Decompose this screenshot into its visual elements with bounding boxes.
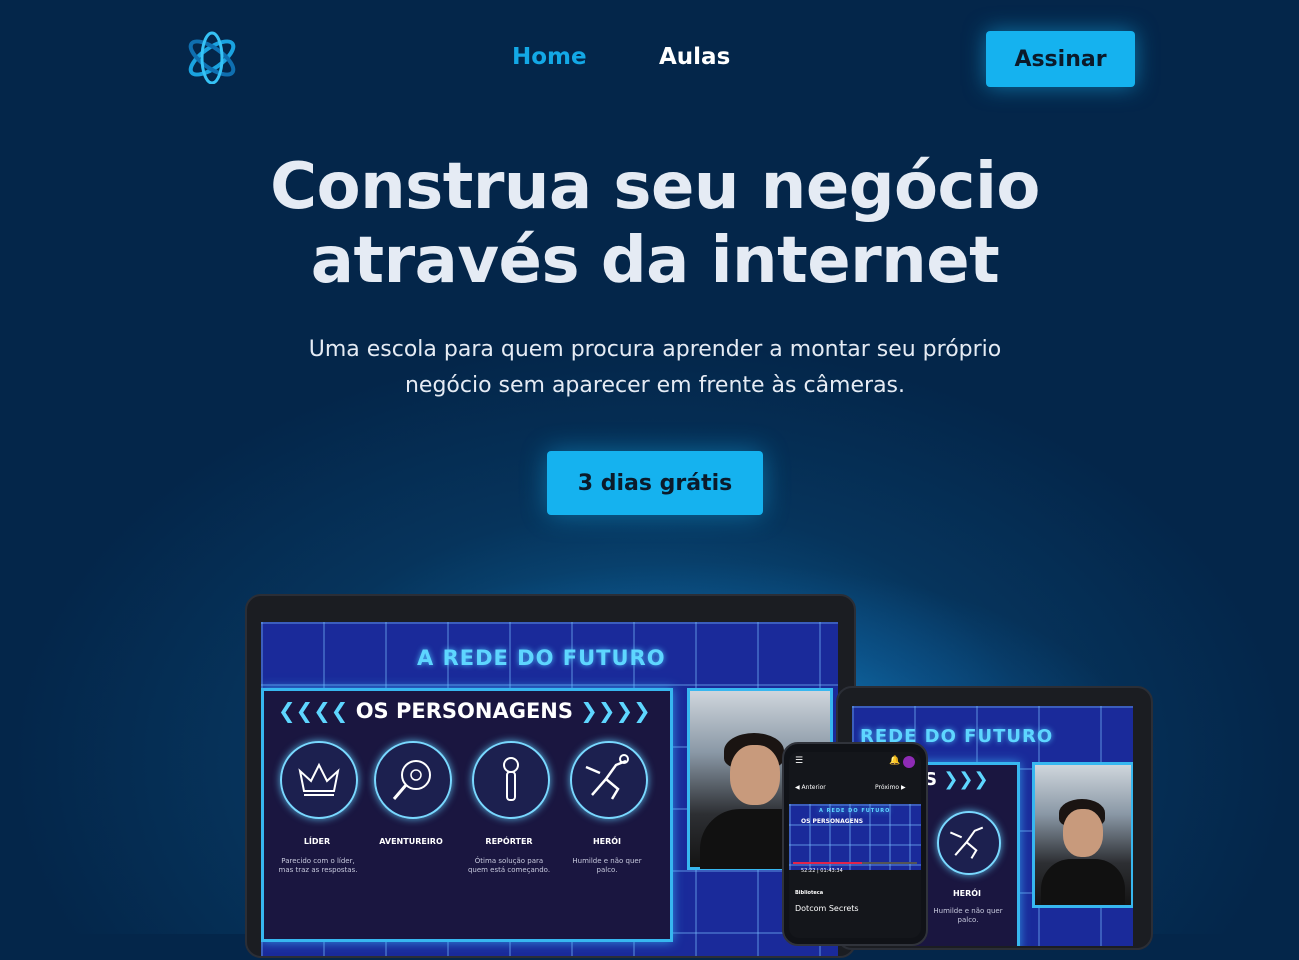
character-desc-line2: palco. xyxy=(957,916,979,924)
video-progress-fill xyxy=(793,862,863,864)
subscribe-button[interactable]: Assinar xyxy=(986,31,1135,87)
hero-subtitle: Uma escola para quem procura aprender a … xyxy=(250,332,1060,404)
magnifier-bug-icon xyxy=(374,741,452,819)
phone-screen-title: A REDE DO FUTURO xyxy=(819,808,891,814)
time-current: 52:22 xyxy=(801,868,816,874)
video-progress-bar[interactable] xyxy=(793,862,917,864)
phone-panel-title: OS PERSONAGENS xyxy=(801,818,864,825)
character-desc-line2: quem está começando. xyxy=(467,866,551,874)
phone-screen: ☰ 🔔 ◀ Anterior Próximo ▶ A REDE DO FUTUR… xyxy=(789,752,921,938)
phone-video[interactable]: A REDE DO FUTURO OS PERSONAGENS xyxy=(789,804,921,870)
character-desc-line2: palco. xyxy=(596,866,618,874)
time-total: 01:43:34 xyxy=(820,868,843,874)
menu-icon[interactable]: ☰ xyxy=(795,756,803,766)
presenter-face xyxy=(730,745,780,805)
nav-aulas-link[interactable]: Aulas xyxy=(659,44,730,70)
profile-avatar[interactable] xyxy=(903,756,915,768)
microphone-icon xyxy=(472,741,550,819)
bell-icon[interactable]: 🔔 xyxy=(889,756,900,766)
hero-title-line2: através da internet xyxy=(310,224,1000,298)
free-trial-button[interactable]: 3 dias grátis xyxy=(547,451,763,515)
video-time: 52:22 | 01:43:34 xyxy=(801,868,843,874)
library-section-label: Biblioteca xyxy=(795,890,824,896)
character-desc-line1: Humilde e não quer xyxy=(572,857,642,865)
orbit-logo-icon[interactable] xyxy=(184,28,240,84)
laptop-mockup: A REDE DO FUTURO ❮❮❮❮ OS PERSONAGENS ❯❯❯… xyxy=(245,594,856,958)
presenter-shirt xyxy=(1041,859,1125,905)
character-desc-line2: mas traz as respostas. xyxy=(278,866,358,874)
character-desc-line1: Parecido com o líder, xyxy=(281,857,355,865)
character-desc: Humilde e não quer palco. xyxy=(562,857,652,875)
crown-icon xyxy=(280,741,358,819)
chevrons-right-icon: ❯❯❯❯ xyxy=(580,699,651,723)
presenter-video-tablet xyxy=(1032,762,1133,908)
next-lesson-label: Próximo xyxy=(875,784,900,791)
characters-panel: ❮❮❮❮ OS PERSONAGENS ❯❯❯❯ LÍDER Parecido … xyxy=(261,688,673,942)
superhero-icon xyxy=(937,811,1001,875)
chevrons-right-icon: ❯❯❯ xyxy=(943,769,989,790)
character-desc-line1: Humilde e não quer xyxy=(933,907,1003,915)
character-desc-line1: Ótima solução para xyxy=(474,857,544,865)
character-label: HERÓI xyxy=(592,837,622,846)
chevrons-left-icon: ❮❮❮❮ xyxy=(278,699,349,723)
course-title[interactable]: Dotcom Secrets xyxy=(795,904,859,913)
chevron-right-icon: ▶ xyxy=(899,784,906,791)
hero-title: Construa seu negócio através da internet xyxy=(150,150,1160,298)
panel-title: ❮❮❮❮ OS PERSONAGENS ❯❯❯❯ xyxy=(278,699,651,723)
character-desc: Ótima solução para quem está começando. xyxy=(462,857,556,875)
top-navbar: Home Aulas Assinar xyxy=(0,0,1299,118)
hero-subtitle-line2: negócio sem aparecer em frente às câmera… xyxy=(404,373,906,398)
presenter-face xyxy=(1063,809,1103,857)
hero-title-line1: Construa seu negócio xyxy=(270,150,1040,224)
prev-lesson-label: Anterior xyxy=(801,784,826,791)
character-desc: Parecido com o líder, mas traz as respos… xyxy=(272,857,364,875)
character-label: HERÓI xyxy=(952,889,982,898)
character-label: AVENTUREIRO xyxy=(379,837,443,846)
prev-lesson-link[interactable]: ◀ Anterior xyxy=(795,784,826,791)
hero-subtitle-line1: Uma escola para quem procura aprender a … xyxy=(308,337,1002,362)
character-label: LÍDER xyxy=(303,837,331,846)
phone-mockup: ☰ 🔔 ◀ Anterior Próximo ▶ A REDE DO FUTUR… xyxy=(782,742,928,946)
character-desc: Humilde e não quer palco. xyxy=(929,907,1007,925)
laptop-screen: A REDE DO FUTURO ❮❮❮❮ OS PERSONAGENS ❯❯❯… xyxy=(261,622,838,956)
character-label: REPÓRTER xyxy=(485,837,533,846)
nav-home-link[interactable]: Home xyxy=(512,44,587,70)
screen-title: A REDE DO FUTURO xyxy=(417,646,666,670)
panel-title-text: OS PERSONAGENS xyxy=(355,699,573,723)
superhero-icon xyxy=(570,741,648,819)
next-lesson-link[interactable]: Próximo ▶ xyxy=(875,784,906,791)
